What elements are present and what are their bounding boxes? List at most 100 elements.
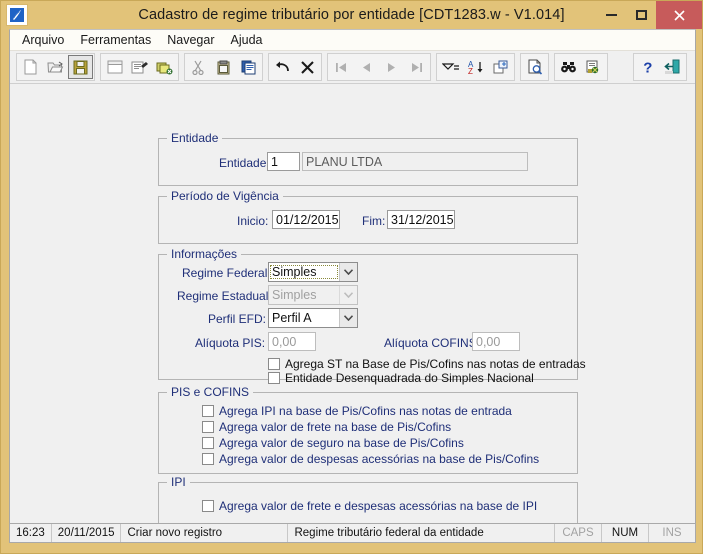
perfil-efd-label: Perfil EFD: (208, 312, 267, 326)
svg-text:Z: Z (468, 67, 473, 75)
checkbox-box-icon[interactable] (268, 358, 280, 370)
inicio-label: Inicio: (237, 214, 269, 228)
entidade-label: Entidade: (219, 156, 270, 170)
toolbar-group-file (16, 53, 95, 81)
status-action: Criar novo registro (121, 524, 289, 542)
edit-properties-icon[interactable] (127, 55, 152, 79)
group-vigencia-legend: Período de Vigência (167, 189, 283, 203)
checkbox-agrega-despesas-pis-cofins[interactable]: Agrega valor de despesas acessórias na b… (202, 452, 539, 466)
regime-federal-label: Regime Federal: (182, 266, 271, 280)
first-record-icon[interactable] (329, 55, 354, 79)
group-entidade: Entidade Entidade: 1 PLANU LTDA (158, 131, 578, 186)
chevron-down-icon[interactable] (339, 309, 357, 327)
aliquota-pis-label: Alíquota PIS: (195, 336, 266, 350)
menu-ajuda[interactable]: Ajuda (223, 31, 271, 49)
regime-estadual-value: Simples (272, 288, 317, 302)
perfil-efd-value: Perfil A (272, 311, 312, 325)
help-question-icon[interactable]: ? (635, 55, 660, 79)
menu-bar: Arquivo Ferramentas Navegar Ajuda (10, 30, 695, 51)
next-record-icon[interactable] (379, 55, 404, 79)
toolbar-group-help: ? (633, 53, 687, 81)
checkbox-box-icon[interactable] (202, 500, 214, 512)
group-pis-cofins: PIS e COFINS Agrega IPI na base de Pis/C… (158, 385, 578, 474)
sort-az-icon[interactable]: AZ (463, 55, 488, 79)
regime-estadual-label: Regime Estadual: (177, 289, 272, 303)
group-informacoes-legend: Informações (167, 247, 242, 261)
checkbox-box-icon[interactable] (202, 421, 214, 433)
menu-ferramentas[interactable]: Ferramentas (72, 31, 159, 49)
perfil-efd-select[interactable]: Perfil A (268, 308, 358, 328)
toolbar-group-records (100, 53, 179, 81)
checkbox-box-icon[interactable] (202, 453, 214, 465)
aliquota-cofins-input[interactable]: 0,00 (472, 332, 520, 351)
delete-records-icon[interactable] (152, 55, 177, 79)
entidade-name-display: PLANU LTDA (302, 152, 528, 171)
checkbox-label: Agrega valor de seguro na base de Pis/Co… (219, 436, 464, 450)
checkbox-entidade-desenquadrada[interactable]: Entidade Desenquadrada do Simples Nacion… (268, 371, 534, 385)
status-caps-indicator: CAPS (555, 524, 602, 542)
status-num-indicator: NUM (602, 524, 649, 542)
paste-icon[interactable] (236, 55, 261, 79)
status-bar: 16:23 20/11/2015 Criar novo registro Reg… (9, 523, 696, 543)
exit-door-icon[interactable] (660, 55, 685, 79)
close-button[interactable] (656, 1, 702, 29)
new-window-icon[interactable] (102, 55, 127, 79)
fim-date-input[interactable]: 31/12/2015 (387, 210, 455, 229)
cancel-x-icon[interactable] (295, 55, 320, 79)
menu-navegar[interactable]: Navegar (159, 31, 222, 49)
previous-record-icon[interactable] (354, 55, 379, 79)
checkbox-box-icon[interactable] (268, 372, 280, 384)
group-periodo-vigencia: Período de Vigência Inicio: 01/12/2015 F… (158, 189, 578, 244)
maximize-button[interactable] (626, 1, 656, 29)
toolbar-group-print (520, 53, 549, 81)
checkbox-label: Agrega IPI na base de Pis/Cofins nas not… (219, 404, 512, 418)
status-date: 20/11/2015 (52, 524, 122, 542)
toolbar-group-navigation (327, 53, 431, 81)
checkbox-label: Agrega ST na Base de Pis/Cofins nas nota… (285, 357, 586, 371)
regime-federal-value: Simples (270, 265, 338, 279)
toolbar-group-search (554, 53, 608, 81)
checkbox-agrega-st[interactable]: Agrega ST na Base de Pis/Cofins nas nota… (268, 357, 586, 371)
checkbox-label: Agrega valor de despesas acessórias na b… (219, 452, 540, 466)
last-record-icon[interactable] (404, 55, 429, 79)
checkbox-label: Agrega valor de frete na base de Pis/Cof… (219, 420, 452, 434)
chevron-down-icon[interactable] (339, 263, 357, 281)
group-pis-cofins-legend: PIS e COFINS (167, 385, 254, 399)
binoculars-search-icon[interactable] (556, 55, 581, 79)
copy-icon[interactable] (211, 55, 236, 79)
new-document-icon[interactable] (18, 55, 43, 79)
checkbox-box-icon[interactable] (202, 405, 214, 417)
checkbox-box-icon[interactable] (202, 437, 214, 449)
regime-federal-select[interactable]: Simples (268, 262, 358, 282)
inicio-date-input[interactable]: 01/12/2015 (272, 210, 340, 229)
toolbar-group-clipboard (184, 53, 263, 81)
checkbox-agrega-frete-despesas-ipi[interactable]: Agrega valor de frete e despesas acessór… (202, 499, 537, 513)
toolbar-group-filter: AZ (436, 53, 515, 81)
toolbar: AZ ? (10, 51, 695, 84)
save-disk-icon[interactable] (68, 55, 93, 79)
checkbox-agrega-ipi-pis-cofins[interactable]: Agrega IPI na base de Pis/Cofins nas not… (202, 404, 512, 418)
checkbox-agrega-frete-pis-cofins[interactable]: Agrega valor de frete na base de Pis/Cof… (202, 420, 451, 434)
open-folder-icon[interactable] (43, 55, 68, 79)
advanced-search-icon[interactable] (581, 55, 606, 79)
fim-label: Fim: (362, 214, 386, 228)
undo-arrow-icon[interactable] (270, 55, 295, 79)
checkbox-agrega-seguro-pis-cofins[interactable]: Agrega valor de seguro na base de Pis/Co… (202, 436, 464, 450)
minimize-button[interactable] (596, 1, 626, 29)
chevron-down-icon (339, 286, 357, 304)
group-ipi-legend: IPI (167, 475, 190, 489)
aliquota-cofins-label: Alíquota COFINS: (384, 336, 481, 350)
menu-arquivo[interactable]: Arquivo (14, 31, 72, 49)
status-hint: Regime tributário federal da entidade (288, 524, 555, 542)
aliquota-pis-input[interactable]: 0,00 (268, 332, 316, 351)
filter-icon[interactable] (438, 55, 463, 79)
checkbox-label: Agrega valor de frete e despesas acessór… (219, 499, 538, 513)
entidade-code-input[interactable]: 1 (267, 152, 300, 171)
svg-text:?: ? (643, 60, 652, 76)
print-preview-icon[interactable] (522, 55, 547, 79)
column-settings-icon[interactable] (488, 55, 513, 79)
toolbar-group-undo (268, 53, 322, 81)
application-window: Cadastro de regime tributário por entida… (0, 0, 703, 554)
status-ins-indicator: INS (662, 527, 682, 539)
cut-scissors-icon[interactable] (186, 55, 211, 79)
